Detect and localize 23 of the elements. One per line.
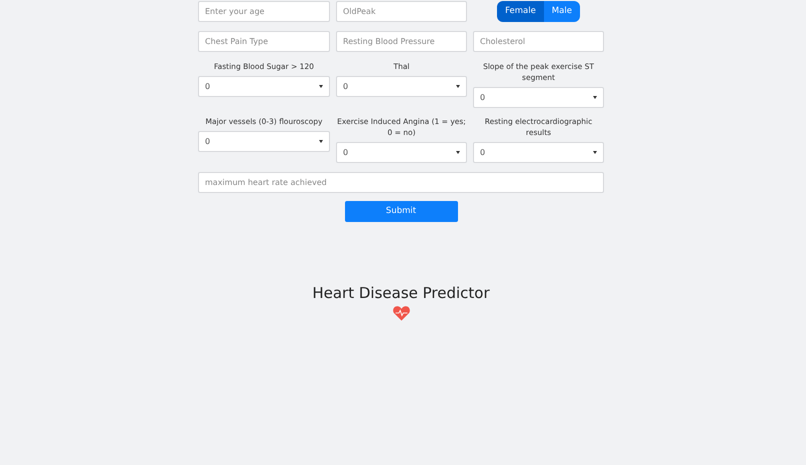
- text-field[interactable]: Resting Blood Pressure: [336, 31, 467, 52]
- select-dropdown[interactable]: 0: [473, 142, 604, 163]
- text-field[interactable]: maximum heart rate achieved: [198, 172, 604, 193]
- page-title: Heart Disease Predictor: [312, 284, 490, 302]
- gender-toggle[interactable]: Male: [544, 1, 580, 22]
- heart-icon: [392, 305, 410, 321]
- select-dropdown[interactable]: 0: [336, 142, 467, 163]
- submit-button[interactable]: Submit: [344, 201, 458, 222]
- caret-icon: [456, 151, 460, 154]
- caret-icon: [319, 140, 323, 143]
- text-field[interactable]: Chest Pain Type: [198, 31, 330, 52]
- select-dropdown[interactable]: 0: [473, 87, 604, 108]
- select-dropdown[interactable]: 0: [336, 76, 467, 97]
- caret-icon: [319, 85, 323, 88]
- gender-toggle[interactable]: Female: [497, 1, 544, 22]
- select-dropdown[interactable]: 0: [198, 131, 330, 152]
- select-dropdown[interactable]: 0: [198, 76, 330, 97]
- text-field[interactable]: Cholesterol: [473, 31, 604, 52]
- caret-icon: [593, 151, 597, 154]
- text-field[interactable]: Enter your age: [198, 1, 330, 22]
- text-field[interactable]: OldPeak: [336, 1, 467, 22]
- caret-icon: [456, 85, 460, 88]
- caret-icon: [593, 96, 597, 99]
